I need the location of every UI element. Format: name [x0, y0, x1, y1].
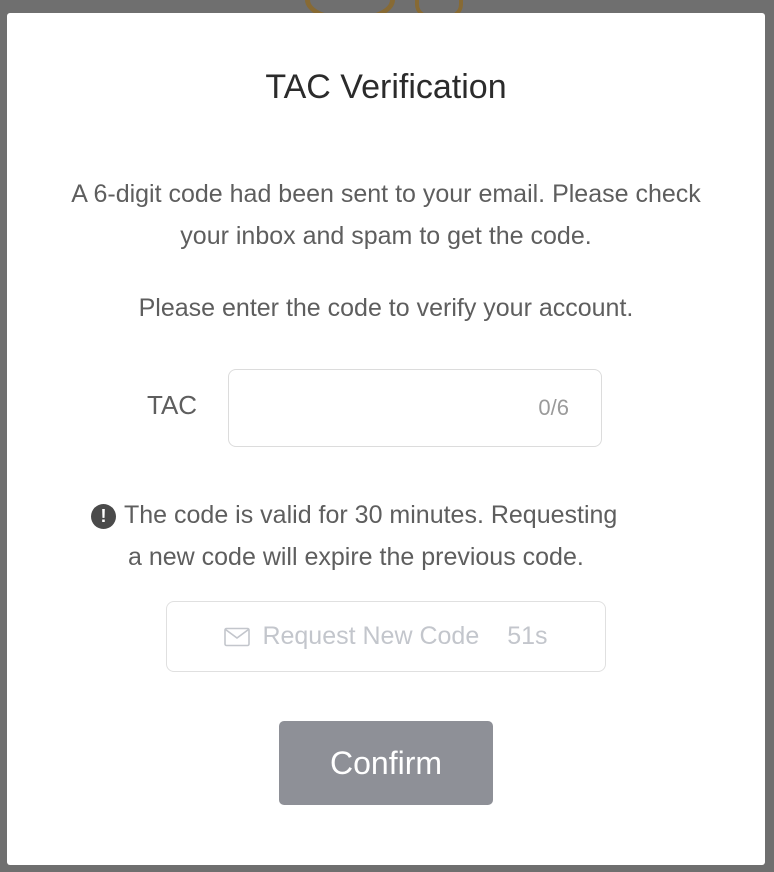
request-new-code-label: Request New Code [262, 622, 480, 650]
tac-character-counter: 0/6 [538, 395, 569, 420]
code-sent-description: A 6-digit code had been sent to your ema… [71, 180, 701, 250]
tac-input[interactable] [229, 370, 519, 446]
request-countdown-timer: 51s [507, 622, 548, 650]
exclamation-circle-icon: ! [91, 504, 116, 529]
mail-icon [224, 627, 251, 646]
notice-line-2: a new code will expire the previous code… [128, 543, 584, 571]
tac-input-container[interactable]: 0/6 [228, 369, 602, 447]
notice-line-1: The code is valid for 30 minutes. Reques… [124, 501, 618, 529]
confirm-button[interactable]: Confirm [279, 721, 493, 805]
tac-label: TAC [147, 390, 198, 420]
code-validity-notice: ! The code is valid for 30 minutes. Reque… [91, 494, 691, 578]
tac-verification-modal: TAC Verification A 6-digit code had been… [7, 13, 765, 865]
modal-title: TAC Verification [265, 68, 507, 106]
request-new-code-button[interactable]: Request New Code 51s [166, 601, 606, 672]
verify-instruction: Please enter the code to verify your acc… [138, 294, 634, 322]
